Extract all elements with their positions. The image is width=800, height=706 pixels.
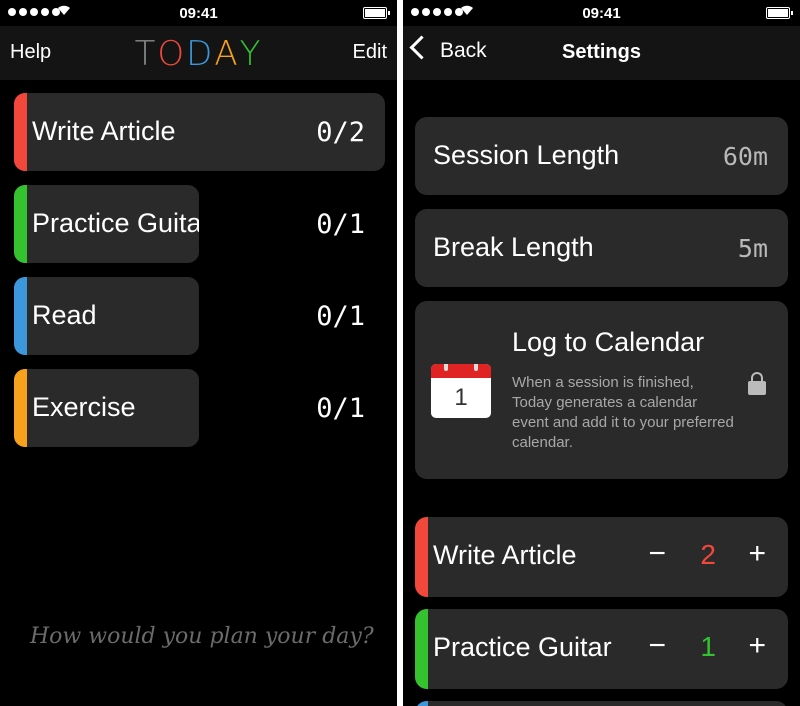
settings-screen: 09:41 Back Settings Session Length 60m B… [403, 0, 800, 706]
decrement-button[interactable]: − [648, 537, 666, 571]
task-goal-value: 1 [700, 631, 716, 662]
status-time: 09:41 [582, 5, 621, 22]
session-length-value: 60m [722, 142, 768, 171]
task-name: Read [32, 300, 97, 330]
calendar-day: 1 [454, 384, 468, 411]
task-goal-row-next [415, 701, 788, 706]
session-length-row[interactable]: Session Length 60m [415, 117, 788, 195]
task-color-bar [415, 609, 428, 689]
logo-letter: A [214, 34, 240, 74]
task-count: 0/1 [316, 301, 365, 332]
logo-letter: Y [239, 34, 263, 74]
task-row-read[interactable]: Read [14, 277, 199, 355]
log-to-calendar-title: Log to Calendar [512, 327, 705, 357]
increment-button[interactable]: + [748, 629, 766, 663]
logo-letter: T [134, 34, 158, 74]
task-count: 0/1 [316, 209, 365, 240]
increment-button[interactable]: + [748, 537, 766, 571]
task-goal-name: Practice Guitar [433, 632, 612, 662]
task-goal-name: Write Article [433, 540, 577, 570]
battery-icon [766, 7, 793, 19]
task-color-bar [14, 185, 27, 263]
task-name: Practice Guitar [32, 208, 199, 238]
break-length-value: 5m [737, 234, 768, 263]
task-count: 0/1 [316, 393, 365, 424]
app-logo: TODAY [0, 34, 397, 74]
edit-button[interactable]: Edit [353, 41, 387, 64]
battery-icon [363, 7, 390, 19]
page-title: Settings [562, 41, 641, 63]
task-count: 0/2 [316, 117, 365, 148]
calendar-icon: 1 [431, 364, 491, 418]
status-bar: 09:41 [0, 0, 397, 26]
logo-letter: D [186, 34, 215, 74]
task-name: Exercise [32, 392, 136, 422]
task-goal-row-practice-guitar: Practice Guitar − 1 + [415, 609, 788, 689]
task-color-bar [14, 369, 27, 447]
break-length-row[interactable]: Break Length 5m [415, 209, 788, 287]
log-to-calendar-row[interactable]: 1 Log to Calendar When a session is fini… [415, 301, 788, 479]
task-color-bar [14, 93, 27, 171]
task-color-bar [14, 277, 27, 355]
navigation-bar: Help TODAY Edit [0, 26, 397, 80]
task-row-practice-guitar[interactable]: Practice Guitar [14, 185, 199, 263]
task-color-bar [415, 517, 428, 597]
status-time: 09:41 [179, 5, 218, 22]
today-screen: 09:41 Help TODAY Edit Write Article 0/2 … [0, 0, 397, 706]
log-to-calendar-description: When a session is finished, Today genera… [512, 374, 734, 451]
task-name: Write Article [32, 116, 176, 146]
task-goal-value: 2 [700, 539, 716, 570]
logo-letter: O [157, 34, 187, 74]
decrement-button[interactable]: − [648, 629, 666, 663]
lock-icon [748, 372, 766, 395]
status-bar: 09:41 [403, 0, 800, 26]
task-goal-row-write-article: Write Article − 2 + [415, 517, 788, 597]
break-length-label: Break Length [433, 232, 594, 262]
task-color-bar [415, 701, 428, 706]
navigation-bar: Back Settings [403, 26, 800, 80]
session-length-label: Session Length [433, 140, 620, 170]
task-row-exercise[interactable]: Exercise [14, 369, 199, 447]
plan-prompt: How would you plan your day? [30, 624, 374, 649]
